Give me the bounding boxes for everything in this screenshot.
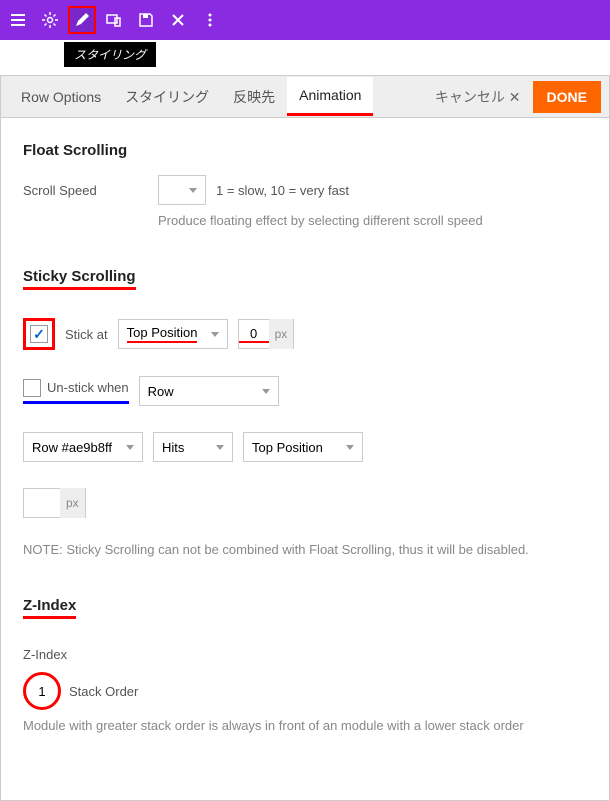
zindex-section: Z-Index Z-Index Stack Order Module with … [23, 597, 587, 736]
hits-select[interactable]: Hits [153, 432, 233, 462]
gear-icon[interactable] [36, 6, 64, 34]
stick-at-px-input[interactable]: 0 px [238, 319, 295, 349]
cancel-button[interactable]: キャンセル ✕ [431, 83, 525, 111]
position-select[interactable]: Top Position [243, 432, 363, 462]
zindex-input[interactable] [32, 684, 52, 699]
float-scrolling-title: Float Scrolling [23, 142, 587, 159]
stack-order-label: Stack Order [69, 684, 138, 699]
scroll-speed-select[interactable] [158, 175, 206, 205]
devices-icon[interactable] [100, 6, 128, 34]
row-id-text: Row #ae9b8ff [32, 440, 112, 455]
zindex-label: Z-Index [23, 647, 148, 662]
hits-text: Hits [162, 440, 184, 455]
toolbar [0, 0, 610, 40]
zindex-desc: Module with greater stack order is alway… [23, 716, 524, 736]
unstick-checkbox-wrap: Un-stick when [23, 379, 129, 404]
done-button[interactable]: DONE [533, 81, 601, 113]
unstick-checkbox[interactable] [23, 379, 41, 397]
brush-icon[interactable] [68, 6, 96, 34]
stick-at-position-text: Top Position [127, 325, 198, 343]
unstick-row-text: Row [148, 384, 174, 399]
tab-animation[interactable]: Animation [287, 77, 373, 116]
px-unit-2: px [60, 488, 85, 518]
unstick-label: Un-stick when [47, 380, 129, 395]
stick-at-checkbox[interactable] [30, 325, 48, 343]
tab-styling[interactable]: スタイリング [113, 77, 221, 117]
sticky-note: NOTE: Sticky Scrolling can not be combin… [23, 542, 587, 557]
scroll-speed-label: Scroll Speed [23, 183, 148, 198]
content: Float Scrolling Scroll Speed 1 = slow, 1… [1, 118, 609, 800]
float-scrolling-section: Float Scrolling Scroll Speed 1 = slow, 1… [23, 142, 587, 228]
scroll-speed-hint: 1 = slow, 10 = very fast [216, 183, 349, 198]
rows-icon[interactable] [4, 6, 32, 34]
sticky-px-field[interactable] [24, 489, 60, 517]
sticky-scrolling-title: Sticky Scrolling [23, 268, 136, 290]
stick-at-position-select[interactable]: Top Position [118, 319, 228, 349]
tooltip: スタイリング [64, 42, 156, 67]
save-icon[interactable] [132, 6, 160, 34]
zindex-title: Z-Index [23, 597, 76, 619]
sticky-px-input[interactable]: px [23, 488, 86, 518]
stick-at-checkbox-wrap [23, 318, 55, 350]
more-icon[interactable] [196, 6, 224, 34]
stick-at-label: Stick at [65, 327, 108, 342]
tabs: Row Options スタイリング 反映先 Animation キャンセル ✕… [1, 76, 609, 118]
row-id-select[interactable]: Row #ae9b8ff [23, 432, 143, 462]
unstick-row-select[interactable]: Row [139, 376, 279, 406]
px-unit: px [269, 319, 294, 349]
close-icon[interactable] [164, 6, 192, 34]
zindex-input-wrap [23, 672, 61, 710]
position-text: Top Position [252, 440, 323, 455]
tab-reflect[interactable]: 反映先 [221, 77, 287, 117]
tab-row-options[interactable]: Row Options [9, 79, 113, 115]
stick-at-px-value: 0 [239, 326, 269, 343]
panel: Row Options スタイリング 反映先 Animation キャンセル ✕… [0, 75, 610, 801]
sticky-scrolling-section: Sticky Scrolling Stick at Top Position 0… [23, 268, 587, 557]
float-desc: Produce floating effect by selecting dif… [158, 213, 587, 228]
